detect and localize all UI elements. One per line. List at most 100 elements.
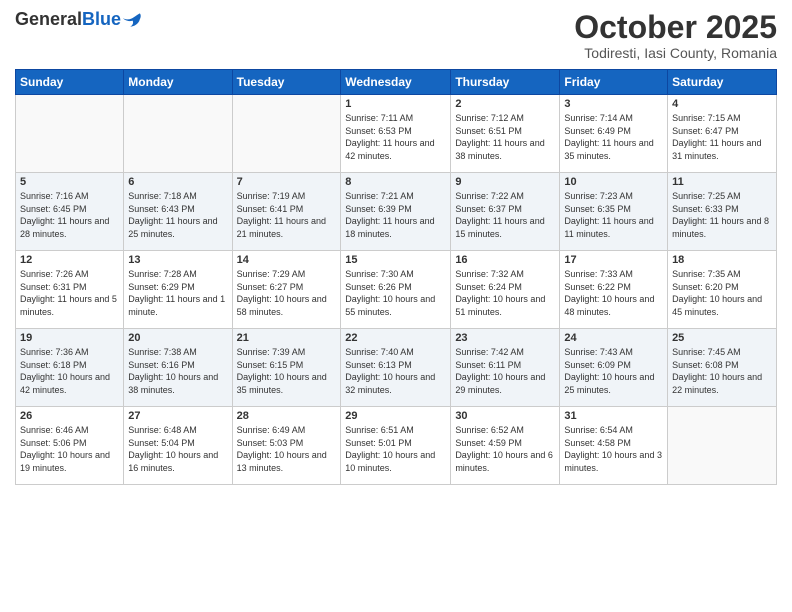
table-row: 23Sunrise: 7:42 AM Sunset: 6:11 PM Dayli… [451,329,560,407]
col-saturday: Saturday [668,70,777,95]
table-row: 10 Sunrise: 7:23 AM Sunset: 6:35 PM Dayli… [560,173,668,251]
day-number: 6 [128,176,227,188]
day-info: Sunrise: 7:40 AM Sunset: 6:13 PM Dayligh… [345,346,446,396]
day-number: 17 [564,254,663,266]
day-number: 5 [20,176,119,188]
day-number: 26 [20,410,119,422]
table-row: 12 Sunrise: 7:26 AM Sunset: 6:31 PM Dayli… [16,251,124,329]
day-info: Sunrise: 7:16 AM Sunset: 6:45 PM Dayligh… [20,190,119,240]
table-row [124,95,232,173]
col-thursday: Thursday [451,70,560,95]
day-info: Sunrise: 7:32 AM Sunset: 6:24 PM Dayligh… [455,268,555,318]
table-row: 27Sunrise: 6:48 AM Sunset: 5:04 PM Dayli… [124,407,232,485]
table-row: 25Sunrise: 7:45 AM Sunset: 6:08 PM Dayli… [668,329,777,407]
table-row: 24 Sunrise: 7:43 AM Sunset: 6:09 PM Dayli… [560,329,668,407]
day-info: Sunrise: 7:42 AM Sunset: 6:11 PM Dayligh… [455,346,555,396]
table-row: 17 Sunrise: 7:33 AM Sunset: 6:22 PM Dayli… [560,251,668,329]
table-row: 16 Sunrise: 7:32 AM Sunset: 6:24 PM Dayli… [451,251,560,329]
table-row: 4 Sunrise: 7:15 AM Sunset: 6:47 PM Daylig… [668,95,777,173]
calendar-week-row: 26 Sunrise: 6:46 AM Sunset: 5:06 PM Dayli… [16,407,777,485]
day-number: 4 [672,98,772,110]
day-number: 3 [564,98,663,110]
day-number: 2 [455,98,555,110]
day-info: Sunrise: 6:46 AM Sunset: 5:06 PM Dayligh… [20,424,119,474]
day-info: Sunrise: 7:43 AM Sunset: 6:09 PM Dayligh… [564,346,663,396]
day-number: 7 [237,176,337,188]
day-info: Sunrise: 7:23 AM Sunset: 6:35 PM Dayligh… [564,190,663,240]
day-number: 8 [345,176,446,188]
day-number: 20 [128,332,227,344]
day-info: Sunrise: 7:26 AM Sunset: 6:31 PM Dayligh… [20,268,119,318]
col-sunday: Sunday [16,70,124,95]
day-number: 29 [345,410,446,422]
day-number: 12 [20,254,119,266]
day-info: Sunrise: 7:22 AM Sunset: 6:37 PM Dayligh… [455,190,555,240]
table-row: 14 Sunrise: 7:29 AM Sunset: 6:27 PM Dayli… [232,251,341,329]
day-number: 19 [20,332,119,344]
day-info: Sunrise: 7:33 AM Sunset: 6:22 PM Dayligh… [564,268,663,318]
table-row: 5 Sunrise: 7:16 AM Sunset: 6:45 PM Daylig… [16,173,124,251]
calendar-week-row: 1 Sunrise: 7:11 AM Sunset: 6:53 PM Daylig… [16,95,777,173]
calendar-header-row: Sunday Monday Tuesday Wednesday Thursday… [16,70,777,95]
day-info: Sunrise: 7:15 AM Sunset: 6:47 PM Dayligh… [672,112,772,162]
table-row: 22 Sunrise: 7:40 AM Sunset: 6:13 PM Dayli… [341,329,451,407]
logo-blue-text: Blue [82,9,121,29]
day-number: 1 [345,98,446,110]
day-info: Sunrise: 7:36 AM Sunset: 6:18 PM Dayligh… [20,346,119,396]
header: GeneralBlue October 2025 Todiresti, Iasi… [15,10,777,61]
table-row: 6 Sunrise: 7:18 AM Sunset: 6:43 PM Daylig… [124,173,232,251]
day-number: 14 [237,254,337,266]
table-row: 28Sunrise: 6:49 AM Sunset: 5:03 PM Dayli… [232,407,341,485]
table-row: 8 Sunrise: 7:21 AM Sunset: 6:39 PM Daylig… [341,173,451,251]
table-row: 7Sunrise: 7:19 AM Sunset: 6:41 PM Daylig… [232,173,341,251]
logo: GeneralBlue [15,10,141,30]
table-row: 15 Sunrise: 7:30 AM Sunset: 6:26 PM Dayli… [341,251,451,329]
table-row [16,95,124,173]
day-number: 25 [672,332,772,344]
day-info: Sunrise: 7:11 AM Sunset: 6:53 PM Dayligh… [345,112,446,162]
day-number: 30 [455,410,555,422]
day-number: 31 [564,410,663,422]
day-info: Sunrise: 7:14 AM Sunset: 6:49 PM Dayligh… [564,112,663,162]
day-info: Sunrise: 7:29 AM Sunset: 6:27 PM Dayligh… [237,268,337,318]
day-info: Sunrise: 7:38 AM Sunset: 6:16 PM Dayligh… [128,346,227,396]
day-info: Sunrise: 7:30 AM Sunset: 6:26 PM Dayligh… [345,268,446,318]
day-number: 21 [237,332,337,344]
day-info: Sunrise: 6:51 AM Sunset: 5:01 PM Dayligh… [345,424,446,474]
calendar-week-row: 12 Sunrise: 7:26 AM Sunset: 6:31 PM Dayli… [16,251,777,329]
table-row: 3 Sunrise: 7:14 AM Sunset: 6:49 PM Daylig… [560,95,668,173]
logo-bird-icon [123,13,141,27]
table-row: 21Sunrise: 7:39 AM Sunset: 6:15 PM Dayli… [232,329,341,407]
calendar-week-row: 5 Sunrise: 7:16 AM Sunset: 6:45 PM Daylig… [16,173,777,251]
day-info: Sunrise: 7:12 AM Sunset: 6:51 PM Dayligh… [455,112,555,162]
table-row: 18 Sunrise: 7:35 AM Sunset: 6:20 PM Dayli… [668,251,777,329]
day-number: 22 [345,332,446,344]
logo-general-text: General [15,9,82,29]
day-number: 27 [128,410,227,422]
table-row: 2 Sunrise: 7:12 AM Sunset: 6:51 PM Daylig… [451,95,560,173]
table-row: 19 Sunrise: 7:36 AM Sunset: 6:18 PM Dayli… [16,329,124,407]
table-row: 20 Sunrise: 7:38 AM Sunset: 6:16 PM Dayli… [124,329,232,407]
day-number: 11 [672,176,772,188]
day-info: Sunrise: 7:18 AM Sunset: 6:43 PM Dayligh… [128,190,227,240]
table-row: 26 Sunrise: 6:46 AM Sunset: 5:06 PM Dayli… [16,407,124,485]
table-row: 11Sunrise: 7:25 AM Sunset: 6:33 PM Dayli… [668,173,777,251]
table-row: 30Sunrise: 6:52 AM Sunset: 4:59 PM Dayli… [451,407,560,485]
calendar: Sunday Monday Tuesday Wednesday Thursday… [15,69,777,485]
table-row [668,407,777,485]
day-number: 24 [564,332,663,344]
day-info: Sunrise: 7:21 AM Sunset: 6:39 PM Dayligh… [345,190,446,240]
day-number: 18 [672,254,772,266]
table-row: 31 Sunrise: 6:54 AM Sunset: 4:58 PM Dayli… [560,407,668,485]
day-number: 16 [455,254,555,266]
day-info: Sunrise: 6:54 AM Sunset: 4:58 PM Dayligh… [564,424,663,474]
day-number: 13 [128,254,227,266]
day-number: 15 [345,254,446,266]
day-number: 10 [564,176,663,188]
day-number: 28 [237,410,337,422]
day-info: Sunrise: 7:35 AM Sunset: 6:20 PM Dayligh… [672,268,772,318]
table-row [232,95,341,173]
col-tuesday: Tuesday [232,70,341,95]
table-row: 1 Sunrise: 7:11 AM Sunset: 6:53 PM Daylig… [341,95,451,173]
col-wednesday: Wednesday [341,70,451,95]
